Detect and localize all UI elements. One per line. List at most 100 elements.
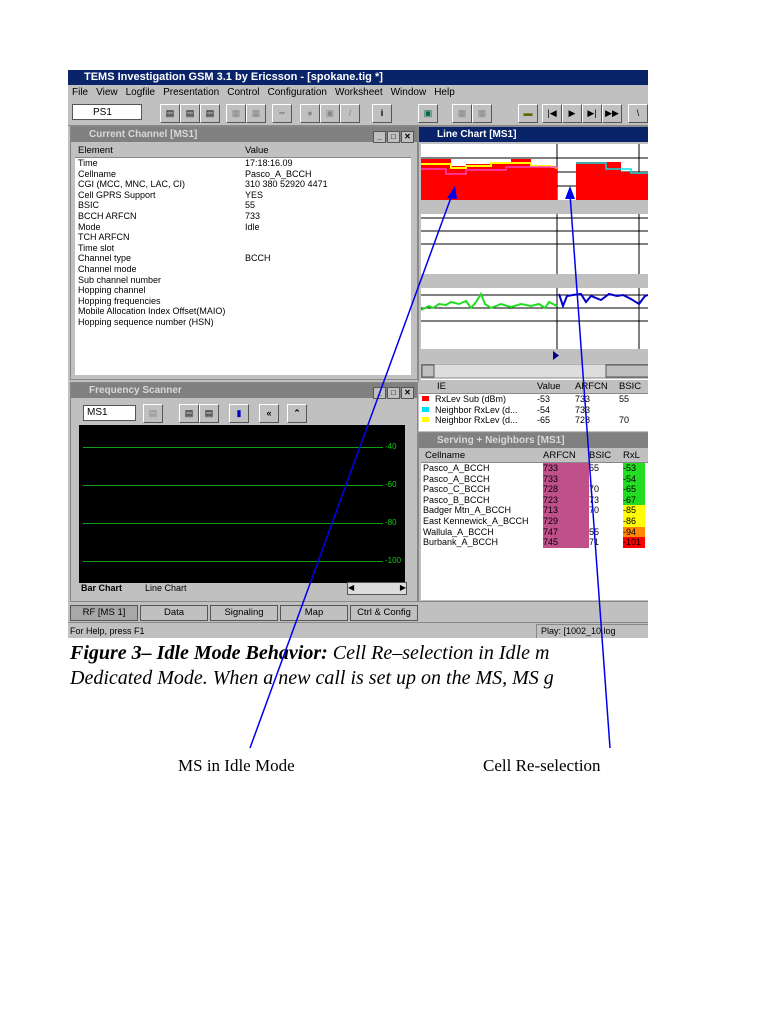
table-row[interactable]: Hopping frequencies [75, 296, 411, 307]
bar-chart-button[interactable]: ▮ [229, 404, 249, 423]
ie-cell: Neighbor RxLev (d... [435, 404, 518, 415]
menu-control[interactable]: Control [227, 87, 259, 98]
tool-a-button[interactable]: ▦ [452, 104, 472, 123]
close-icon[interactable]: ✕ [401, 387, 414, 399]
grid-rows: Time 17:18:16.09 Cellname Pasco_A_BCCH CGI (… [75, 158, 411, 328]
settings-button[interactable]: ▤ [143, 404, 163, 423]
table-row[interactable]: Cellname Pasco_A_BCCH [75, 169, 411, 180]
header-arfcn[interactable]: ARFCN [575, 381, 619, 393]
header-cellname[interactable]: Cellname [421, 450, 543, 462]
caption-text: Cell Re–selection in Idle m [327, 642, 550, 664]
table-row[interactable]: Cell GPRS Support YES [75, 190, 411, 201]
maximize-icon[interactable]: □ [387, 387, 400, 399]
header-ie[interactable]: IE [419, 381, 537, 393]
table-row[interactable]: Pasco_B_BCCH 723 73 -67 [421, 494, 648, 506]
table-row[interactable]: Channel mode [75, 264, 411, 275]
menu-presentation[interactable]: Presentation [163, 87, 219, 98]
header-rxlev[interactable]: RxL [623, 450, 640, 461]
element-cell: BCCH ARFCN [78, 210, 137, 221]
sort-b-button[interactable]: ▤ [199, 404, 219, 423]
tab-signaling[interactable]: Signaling [210, 605, 278, 621]
tab-data[interactable]: Data [140, 605, 208, 621]
export-button[interactable]: ▤ [200, 104, 220, 123]
menu-window[interactable]: Window [391, 87, 427, 98]
expand-button[interactable]: ⌃ [287, 404, 307, 423]
minimize-icon[interactable]: _ [373, 387, 386, 399]
table-row[interactable]: Time 17:18:16.09 [75, 158, 411, 169]
tab-ctrl-config[interactable]: Ctrl & Config [350, 605, 418, 621]
chart-separator [421, 274, 648, 288]
save-button[interactable]: ▣ [418, 104, 438, 123]
table-row[interactable]: CGI (MCC, MNC, LAC, CI) 310 380 52920 447… [75, 179, 411, 190]
table-row[interactable]: Channel type BCCH [75, 253, 411, 264]
folder-button[interactable]: ▬ [518, 104, 538, 123]
table-row[interactable]: TCH ARFCN [75, 232, 411, 243]
header-value[interactable]: Value [537, 381, 575, 393]
table-row[interactable]: Hopping sequence number (HSN) [75, 317, 411, 328]
tab-rf[interactable]: RF [MS 1] [70, 605, 138, 621]
table-row[interactable]: Sub channel number [75, 275, 411, 286]
table-row[interactable]: Wallula_A_BCCH 747 55 -94 [421, 526, 648, 538]
table-row[interactable]: Pasco_C_BCCH 728 70 -65 [421, 484, 648, 495]
maximize-icon[interactable]: □ [387, 131, 400, 143]
table-row[interactable]: Pasco_A_BCCH 733 55 -53 [421, 463, 648, 474]
device-select[interactable]: PS1 [72, 104, 142, 120]
header-arfcn[interactable]: ARFCN [543, 450, 589, 462]
header-bsic[interactable]: BSIC [589, 450, 623, 462]
menu-logfile[interactable]: Logfile [126, 87, 155, 98]
legend-swatch [422, 417, 429, 423]
connect-button[interactable]: ▦ [226, 104, 246, 123]
skip-back-button[interactable]: |◀ [542, 104, 562, 123]
menu-help[interactable]: Help [434, 87, 455, 98]
minimize-icon[interactable]: _ [373, 131, 386, 143]
table-row[interactable]: Time slot [75, 243, 411, 254]
play-button[interactable]: ▶ [562, 104, 582, 123]
menu-view[interactable]: View [96, 87, 118, 98]
open-button[interactable]: ▤ [160, 104, 180, 123]
hangup-button[interactable]: ━ [272, 104, 292, 123]
sort-button[interactable]: ▤ [179, 404, 199, 423]
rewind-button[interactable]: « [259, 404, 279, 423]
legend-row[interactable]: Neighbor RxLev (d... -65 728 70 [419, 415, 648, 426]
table-row[interactable]: Badger Mtn_A_BCCH 713 70 -85 [421, 505, 648, 516]
edit-button[interactable]: / [340, 104, 360, 123]
close-icon[interactable]: ✕ [401, 131, 414, 143]
window-title: Frequency Scanner [89, 385, 182, 396]
fast-forward-button[interactable]: ▶▶ [602, 104, 622, 123]
table-row[interactable]: Burbank_A_BCCH 745 71 -101 [421, 537, 648, 548]
legend-row[interactable]: Neighbor RxLev (d... -54 733 [419, 405, 648, 416]
tab-bar-chart[interactable]: Bar Chart [81, 583, 122, 593]
ms-select[interactable]: MS1 [83, 405, 136, 421]
disconnect-button[interactable]: ▦ [246, 104, 266, 123]
step-button[interactable]: ▶| [582, 104, 602, 123]
add-button[interactable]: ▤ [180, 104, 200, 123]
cellname-cell: Wallula_A_BCCH [423, 526, 494, 537]
tool-c-button[interactable]: \ [628, 104, 648, 123]
tab-line-chart[interactable]: Line Chart [145, 583, 187, 593]
scanner-scrollbar[interactable]: ◀ ▶ [347, 582, 407, 595]
element-cell: BSIC [78, 200, 100, 211]
menu-configuration[interactable]: Configuration [268, 87, 327, 98]
legend-row[interactable]: RxLev Sub (dBm) -53 733 55 [419, 394, 648, 405]
lock-button[interactable]: ▣ [320, 104, 340, 123]
table-row[interactable]: Hopping channel [75, 285, 411, 296]
frequency-scanner-window: Frequency Scanner _ □ ✕ MS1 ▤ ▤ ▤ ▮ « ⌃ -40… [70, 382, 418, 602]
tab-map[interactable]: Map [280, 605, 348, 621]
header-value[interactable]: Value [245, 145, 269, 156]
table-row[interactable]: Pasco_A_BCCH 733 -54 [421, 473, 648, 485]
legend-rows: RxLev Sub (dBm) -53 733 55 Neighbor RxLev (d… [419, 394, 648, 426]
table-row[interactable]: East Kennewick_A_BCCH 729 -86 [421, 515, 648, 527]
table-row[interactable]: BCCH ARFCN 733 [75, 211, 411, 222]
table-row[interactable]: Mode Idle [75, 222, 411, 233]
arfcn-cell: 733 [543, 463, 589, 474]
record-button[interactable]: ● [300, 104, 320, 123]
rxlev-cell: -85 [623, 505, 645, 516]
menu-file[interactable]: File [72, 87, 88, 98]
table-row[interactable]: Mobile Allocation Index Offset(MAIO) [75, 306, 411, 317]
header-bsic[interactable]: BSIC [619, 381, 641, 392]
tool-b-button[interactable]: ▦ [472, 104, 492, 123]
table-row[interactable]: BSIC 55 [75, 200, 411, 211]
menu-worksheet[interactable]: Worksheet [335, 87, 383, 98]
info-button[interactable]: i [372, 104, 392, 123]
header-element[interactable]: Element [75, 145, 245, 157]
